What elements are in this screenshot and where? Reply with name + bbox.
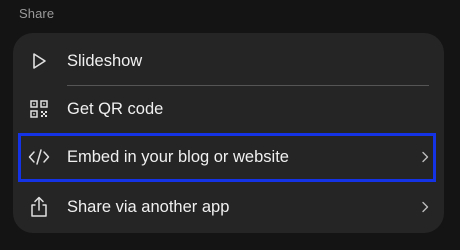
chevron-right-icon bbox=[420, 200, 430, 214]
share-via-another-app-label: Share via another app bbox=[67, 197, 230, 216]
chevron-right-icon bbox=[420, 150, 430, 164]
slideshow-menu-item[interactable]: Slideshow bbox=[13, 37, 444, 85]
embed-menu-item[interactable]: Embed in your blog or website bbox=[13, 133, 444, 181]
share-section-label: Share bbox=[19, 6, 55, 21]
code-icon bbox=[28, 146, 50, 168]
share-upload-icon bbox=[28, 196, 50, 218]
slideshow-label: Slideshow bbox=[67, 51, 143, 70]
qr-code-icon bbox=[28, 98, 50, 120]
embed-label: Embed in your blog or website bbox=[67, 147, 289, 166]
play-icon bbox=[28, 50, 50, 72]
get-qr-code-menu-item[interactable]: Get QR code bbox=[13, 85, 444, 133]
share-menu: Slideshow Get QR code Embed in your blog… bbox=[13, 33, 444, 233]
share-via-another-app-menu-item[interactable]: Share via another app bbox=[13, 183, 444, 231]
get-qr-code-label: Get QR code bbox=[67, 99, 164, 118]
